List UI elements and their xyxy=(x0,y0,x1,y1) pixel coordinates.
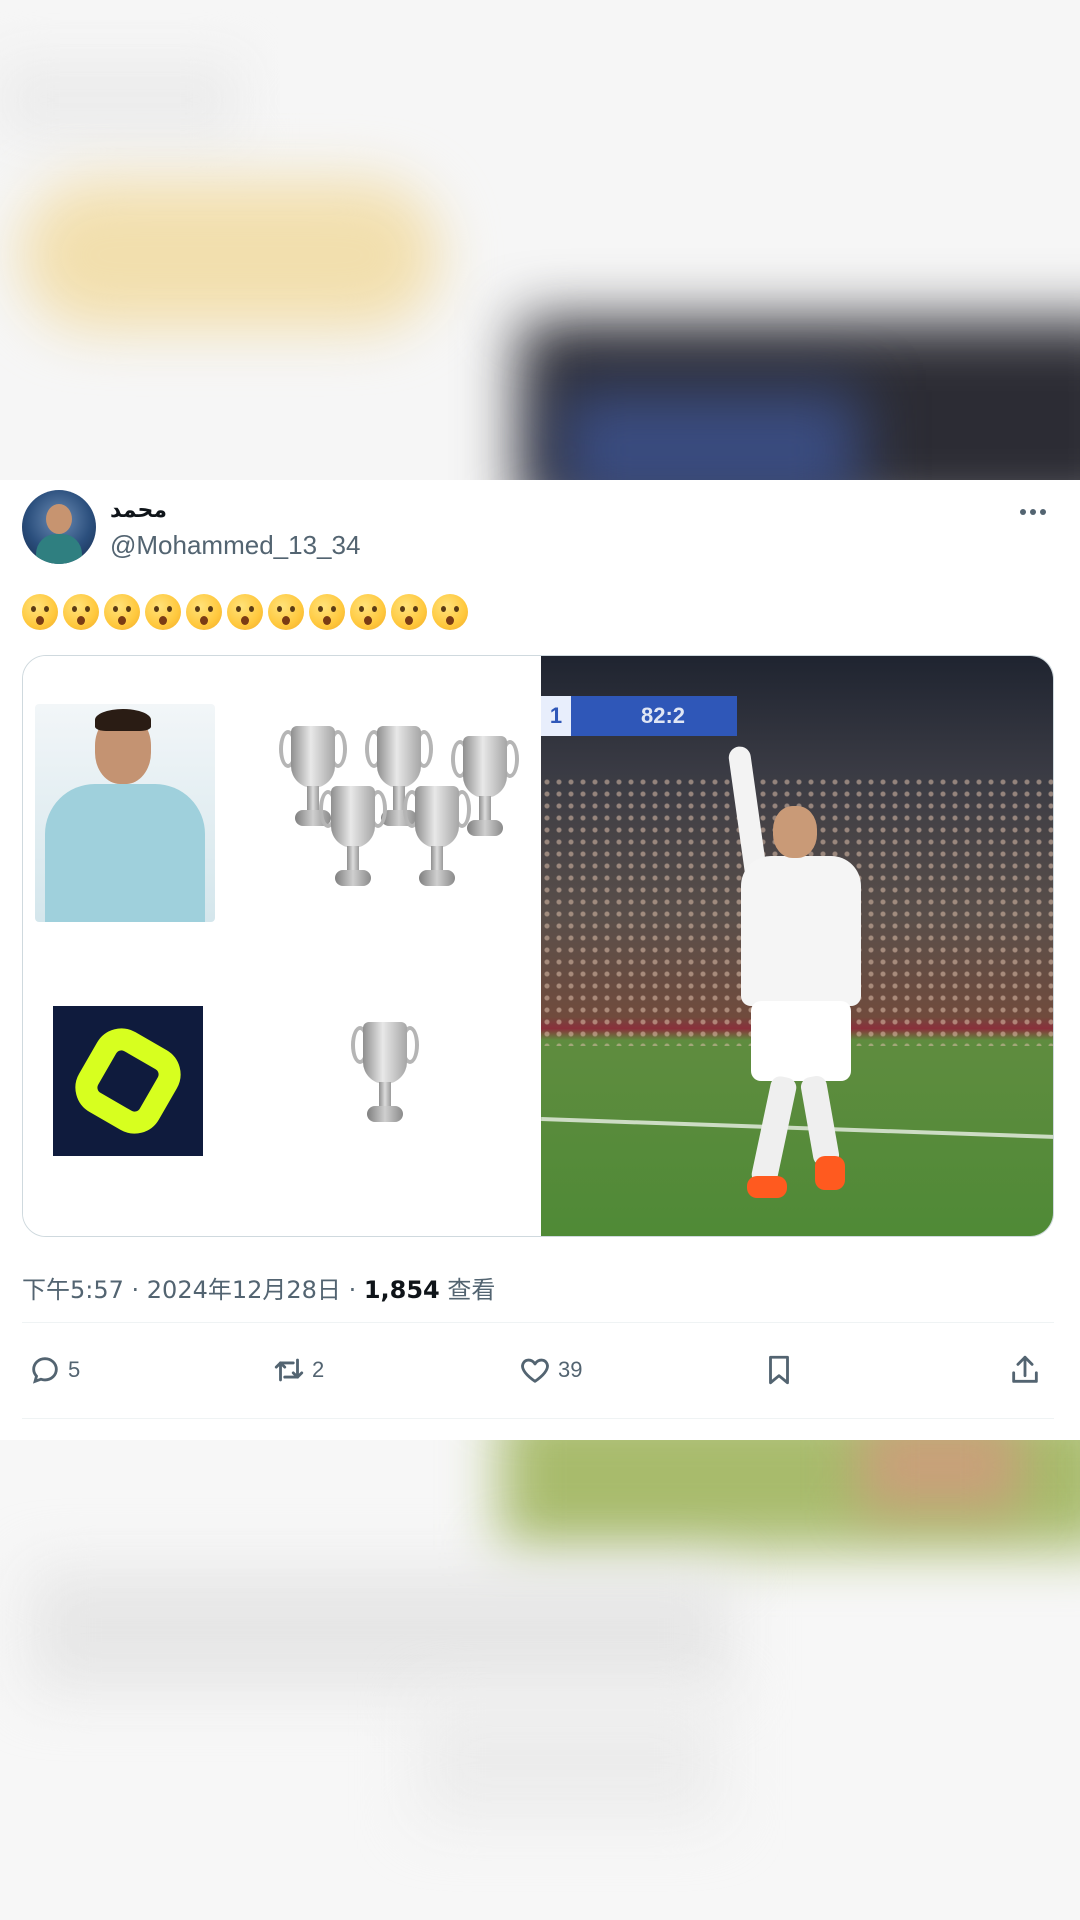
five-trophies-image xyxy=(279,726,535,906)
display-name[interactable]: محمد xyxy=(110,498,167,523)
like-button[interactable]: 39 xyxy=(518,1335,582,1405)
tweet-text xyxy=(22,590,473,630)
celebration-photo[interactable]: 1 82:2 xyxy=(541,656,1053,1236)
tweet-timestamp[interactable]: 下午5:57 · 2024年12月28日 · xyxy=(22,1276,364,1304)
shushing-face-emoji xyxy=(186,593,222,630)
divider xyxy=(22,1418,1054,1419)
user-handle[interactable]: @Mohammed_13_34 xyxy=(110,530,360,561)
divider xyxy=(22,1322,1054,1323)
player-jacket-photo xyxy=(35,704,215,922)
shushing-face-emoji xyxy=(22,593,58,630)
bookmark-button[interactable] xyxy=(762,1335,796,1405)
bookmark-icon xyxy=(769,1355,789,1385)
tweet-metadata: 下午5:57 · 2024年12月28日 · 1,854 查看 xyxy=(22,1270,495,1305)
ligue1-logo xyxy=(53,1006,203,1156)
retweet-button[interactable]: 2 xyxy=(272,1335,324,1405)
shushing-face-emoji xyxy=(432,593,468,630)
blurred-next-post xyxy=(0,1440,1080,1920)
shushing-face-emoji xyxy=(145,593,181,630)
action-bar: 5 2 39 xyxy=(22,1335,1054,1405)
meme-collage[interactable] xyxy=(23,656,541,1236)
views-label: 查看 xyxy=(439,1276,496,1304)
celebrating-player xyxy=(711,745,881,1226)
views-count: 1,854 xyxy=(363,1276,440,1304)
tweet-media[interactable]: 1 82:2 xyxy=(22,655,1054,1237)
heart-icon xyxy=(521,1358,549,1383)
shushing-face-emoji xyxy=(350,593,386,630)
reply-count: 5 xyxy=(68,1357,81,1382)
avatar[interactable] xyxy=(22,490,96,564)
scoreboard-clock: 82:2 xyxy=(641,703,686,728)
scoreboard-left: 1 xyxy=(541,696,571,736)
shushing-face-emoji xyxy=(227,593,263,630)
shushing-face-emoji xyxy=(63,593,99,630)
stadium-scoreboard: 1 82:2 xyxy=(541,696,737,736)
retweet-icon xyxy=(274,1358,304,1382)
shushing-face-emoji xyxy=(268,593,304,630)
page: محمد @Mohammed_13_34 1 82:2 下午5:57 · 202… xyxy=(0,0,1080,1920)
shushing-face-emoji xyxy=(309,593,345,630)
reply-button[interactable]: 5 xyxy=(28,1335,80,1405)
more-options-button[interactable] xyxy=(1008,492,1058,532)
shushing-face-emoji xyxy=(391,593,427,630)
blurred-previous-post xyxy=(0,0,1080,480)
reply-icon xyxy=(32,1357,58,1384)
share-button[interactable] xyxy=(1008,1335,1042,1405)
tweet-card[interactable]: محمد @Mohammed_13_34 1 82:2 下午5:57 · 202… xyxy=(0,480,1080,1440)
share-icon xyxy=(1012,1355,1038,1383)
retweet-count: 2 xyxy=(312,1357,325,1382)
like-count: 39 xyxy=(558,1357,583,1382)
more-dots-icon xyxy=(1020,509,1046,515)
shushing-face-emoji xyxy=(104,593,140,630)
